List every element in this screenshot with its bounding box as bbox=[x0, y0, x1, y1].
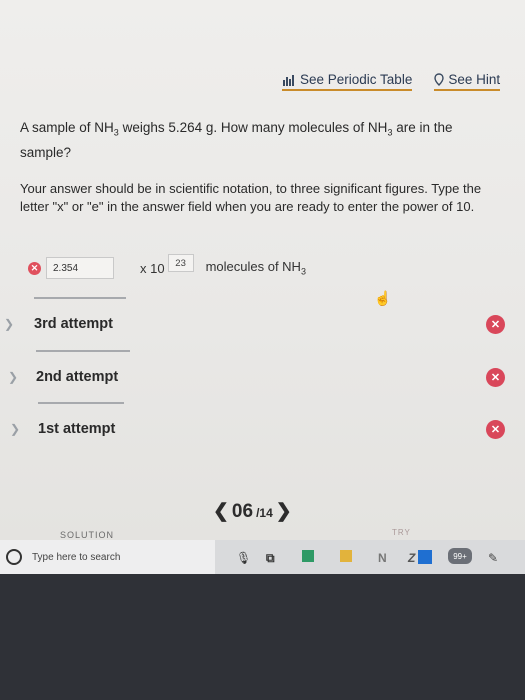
windows-taskbar: Type here to search bbox=[0, 540, 525, 574]
question-part: weighs 5.264 g. How many molecules of NH bbox=[118, 120, 388, 135]
store-icon[interactable] bbox=[340, 550, 352, 562]
pen-icon[interactable]: ✎ bbox=[488, 551, 498, 565]
chevron-right-icon: ❯ bbox=[8, 370, 19, 384]
solution-button[interactable]: SOLUTION bbox=[60, 530, 114, 540]
screen-bezel bbox=[0, 574, 525, 700]
attempt-row-2nd[interactable]: ❯ 2nd attempt ✕ bbox=[0, 362, 525, 392]
cortana-icon[interactable] bbox=[6, 549, 22, 565]
taskbar-search[interactable]: Type here to search bbox=[0, 540, 215, 574]
subscript: 3 bbox=[300, 266, 306, 277]
location-pin-icon bbox=[434, 73, 445, 86]
unit-text: molecules of NH bbox=[205, 259, 301, 275]
times-ten-label: x 10 bbox=[140, 260, 165, 276]
chevron-right-icon: ❯ bbox=[4, 317, 15, 331]
bar-chart-icon bbox=[283, 74, 294, 86]
incorrect-icon: ✕ bbox=[486, 367, 505, 387]
coefficient-input[interactable] bbox=[46, 257, 114, 279]
see-periodic-table-link[interactable]: See Periodic Table bbox=[282, 72, 413, 91]
search-placeholder: Type here to search bbox=[32, 551, 121, 563]
divider bbox=[34, 297, 126, 299]
unit-label: molecules of NH3 bbox=[206, 259, 306, 277]
next-question-icon[interactable]: ❯ bbox=[276, 500, 292, 523]
exponent-input[interactable] bbox=[167, 254, 194, 272]
incorrect-icon: ✕ bbox=[486, 419, 505, 439]
question-pager: ❮ 06/14 ❯ bbox=[213, 500, 292, 523]
attempt-row-3rd[interactable]: ❯ 3rd attempt ✕ bbox=[0, 309, 525, 339]
divider bbox=[38, 402, 124, 404]
answer-row: ✕ x 10 molecules of NH3 bbox=[28, 254, 306, 279]
error-icon: ✕ bbox=[28, 261, 41, 275]
total-questions: /14 bbox=[256, 506, 273, 520]
zoom-icon[interactable]: Z bbox=[408, 551, 415, 565]
attempt-label: 1st attempt bbox=[38, 421, 116, 437]
notification-badge[interactable]: 99+ bbox=[448, 548, 472, 564]
microphone-icon[interactable]: 🎙 bbox=[236, 551, 251, 565]
app-n-icon[interactable]: N bbox=[378, 551, 387, 565]
see-hint-link[interactable]: See Hint bbox=[434, 72, 501, 91]
instructions-text: Your answer should be in scientific nota… bbox=[20, 181, 482, 214]
assignment-page: See Periodic Table See Hint A sample of … bbox=[0, 0, 525, 540]
hint-label: See Hint bbox=[448, 72, 501, 87]
chevron-right-icon: ❯ bbox=[10, 422, 21, 436]
attempt-row-1st[interactable]: ❯ 1st attempt ✕ bbox=[0, 414, 525, 444]
top-links: See Periodic Table See Hint bbox=[282, 72, 501, 91]
browser-icon[interactable] bbox=[418, 550, 432, 564]
periodic-table-label: See Periodic Table bbox=[300, 72, 413, 87]
attempt-label: 3rd attempt bbox=[34, 316, 113, 332]
attempt-label: 2nd attempt bbox=[36, 369, 119, 385]
current-question: 06 bbox=[231, 501, 254, 522]
incorrect-icon: ✕ bbox=[486, 314, 505, 334]
question-text: A sample of NH3 weighs 5.264 g. How many… bbox=[20, 118, 470, 162]
prev-question-icon[interactable]: ❮ bbox=[213, 500, 229, 523]
question-part: A sample of NH bbox=[20, 120, 114, 135]
hand-cursor-icon: ☝ bbox=[374, 290, 392, 306]
app-icon[interactable] bbox=[302, 550, 314, 562]
try-button[interactable]: TRY bbox=[392, 528, 411, 537]
divider bbox=[36, 350, 130, 352]
task-view-icon[interactable]: ⧉ bbox=[266, 551, 275, 566]
